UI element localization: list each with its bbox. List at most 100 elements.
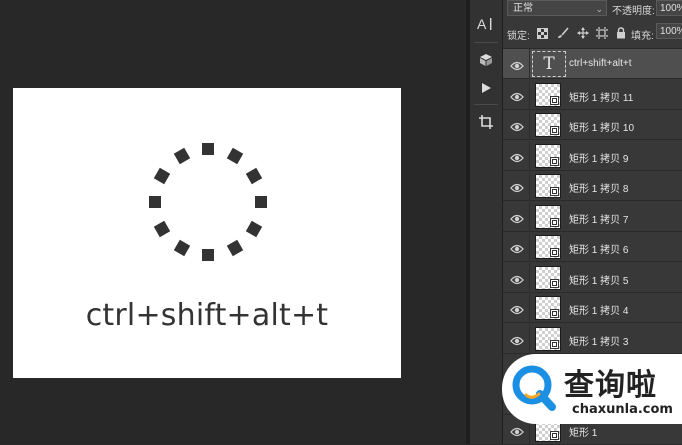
spinner-square [153,167,171,184]
watermark-logo-icon [512,365,556,411]
row-separator [529,171,530,201]
smart-object-icon [550,156,559,166]
visibility-eye-icon[interactable] [510,241,524,254]
spinner-square [202,143,214,155]
lock-transparency-icon[interactable] [535,26,549,40]
tool-separator [474,42,498,43]
spinner-square [226,147,243,165]
smart-object-icon [550,248,559,257]
lock-all-icon[interactable] [614,26,628,40]
row-separator [529,323,530,354]
layer-name: 矩形 1 拷贝 9 [569,153,629,165]
lock-row: 锁定: 填充: 100% [503,20,682,49]
row-separator [529,201,530,232]
opacity-input[interactable]: 100% [656,0,682,16]
crop-icon[interactable] [474,110,498,134]
visibility-eye-icon[interactable] [510,211,524,223]
smart-object-icon [550,126,559,135]
visibility-eye-icon[interactable] [510,89,524,101]
layer-thumbnail [535,204,561,229]
smart-object-icon [550,431,559,440]
layer-row[interactable]: 矩形 1 拷贝 3 [503,323,682,354]
spinner-square [173,147,190,165]
spinner-square [226,239,243,257]
visibility-eye-icon[interactable] [510,424,524,437]
layer-name: 矩形 1 拷贝 10 [569,123,635,134]
panel-tool-strip: A [470,0,503,444]
row-separator [529,79,530,110]
fill-input[interactable]: 100% [656,23,682,39]
chevron-down-icon: ⌄ [595,4,603,14]
row-separator [529,140,530,171]
spinner-square [255,196,267,208]
visibility-eye-icon[interactable] [510,333,524,345]
spinner-square [245,220,263,237]
layer-row[interactable]: 矩形 1 拷贝 7 [503,201,682,232]
visibility-eye-icon[interactable] [510,58,524,71]
smart-object-icon [550,339,559,349]
layer-row[interactable]: 矩形 1 拷贝 4 [503,293,682,323]
layer-row[interactable]: 矩形 1 拷贝 11 [503,79,682,110]
visibility-eye-icon[interactable] [510,150,524,162]
smart-object-icon [550,309,559,318]
spinner-square [153,220,171,237]
play-icon[interactable] [474,76,498,100]
document-canvas[interactable]: ctrl+shift+alt+t [13,88,401,378]
row-separator [529,110,530,140]
layer-row[interactable]: 矩形 1 拷贝 5 [503,262,682,293]
layer-row[interactable]: 矩形 1 拷贝 10 [503,110,682,140]
fill-label: 填充: [631,31,654,42]
smart-object-icon [550,95,559,105]
opacity-label: 不透明度: [612,6,655,17]
text-layer-thumbnail-icon: T [532,51,566,77]
layer-thumbnail [535,326,561,351]
smart-object-icon [550,187,559,196]
lock-label: 锁定: [507,31,530,42]
smart-object-icon [550,217,559,227]
layer-name: ctrl+shift+alt+t [569,58,632,69]
watermark-url: chaxunla.com [572,402,673,417]
spinner-square [149,196,161,208]
visibility-eye-icon[interactable] [510,302,524,315]
layer-thumbnail [535,82,561,107]
layer-thumbnail [535,174,561,198]
layer-row[interactable]: 矩形 1 拷贝 8 [503,171,682,201]
svg-text:A: A [477,16,487,32]
blend-mode-value: 正常 [513,3,533,14]
blend-mode-select[interactable]: 正常 ⌄ [507,0,607,16]
layer-thumbnail [535,143,561,168]
canvas-workspace: ctrl+shift+alt+t [0,0,466,444]
layer-row[interactable]: 矩形 1 拷贝 9 [503,140,682,171]
row-separator [529,49,530,79]
lock-artboard-icon[interactable] [595,26,609,40]
layer-row[interactable]: 矩形 1 拷贝 6 [503,232,682,262]
layer-name: 矩形 1 拷贝 3 [569,336,629,348]
visibility-eye-icon[interactable] [510,119,524,132]
layer-name: 矩形 1 拷贝 7 [569,214,629,226]
layer-thumbnail [535,235,561,259]
spinner-square [173,239,190,257]
spinner-square [245,167,263,184]
layer-name: 矩形 1 [569,428,598,439]
visibility-eye-icon[interactable] [510,272,524,284]
layer-name: 矩形 1 拷贝 8 [569,184,629,195]
row-separator [529,262,530,293]
row-separator [529,232,530,262]
layer-thumbnail [535,265,561,290]
spinner-square [202,249,214,261]
lock-move-icon[interactable] [576,26,590,40]
character-tool-icon[interactable]: A [474,12,498,36]
visibility-eye-icon[interactable] [510,180,524,193]
loading-spinner-graphic [13,88,401,378]
row-separator [529,293,530,323]
layer-row[interactable]: Tctrl+shift+alt+t [503,49,682,79]
layer-thumbnail [535,296,561,320]
layer-thumbnail [535,113,561,137]
smart-object-icon [550,278,559,288]
lock-brush-icon[interactable] [556,26,570,40]
layer-name: 矩形 1 拷贝 6 [569,245,629,256]
canvas-text-layer[interactable]: ctrl+shift+alt+t [13,298,401,333]
watermark-badge: 查询啦 chaxunla.com [502,354,682,424]
layer-name: 矩形 1 拷贝 5 [569,275,629,287]
3d-tool-icon[interactable] [474,48,498,72]
